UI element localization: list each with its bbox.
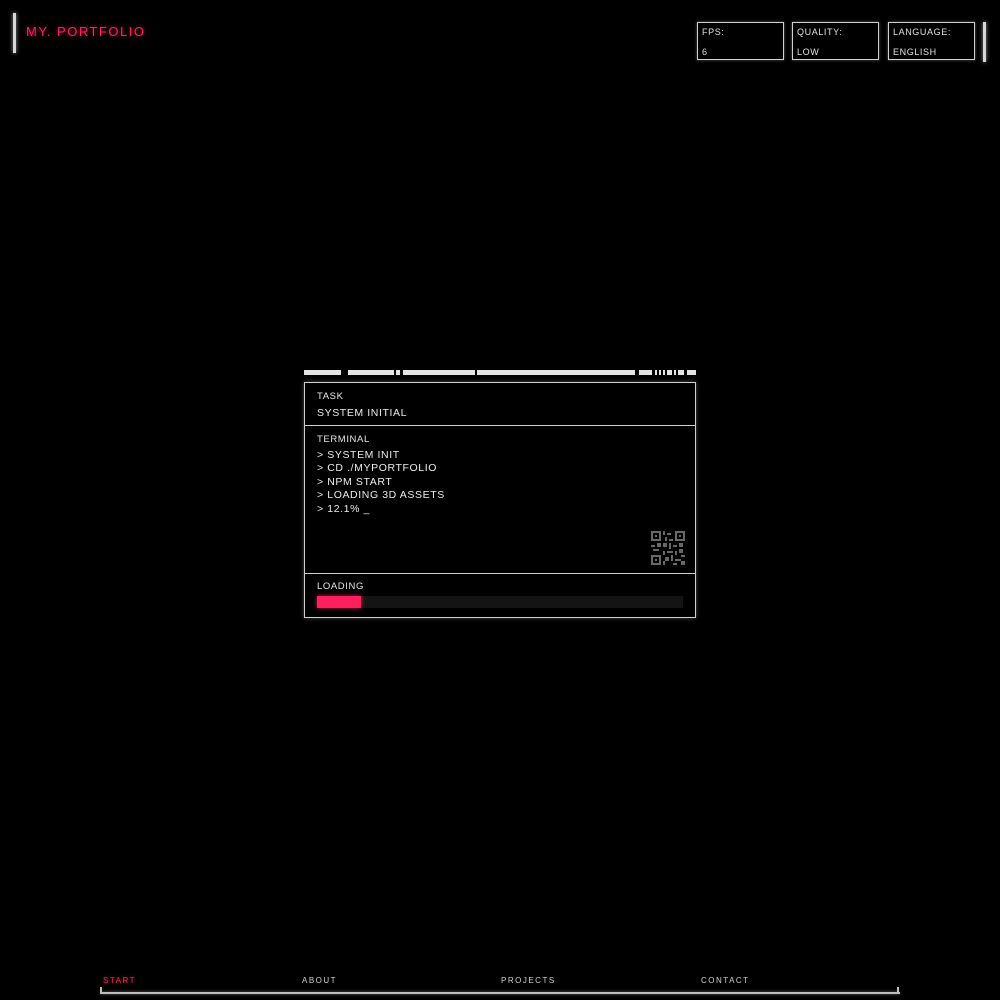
deco-segment (477, 370, 635, 375)
fps-value: 6 (702, 47, 708, 57)
terminal-section: TERMINAL > SYSTEM INIT > CD ./MYPORTFOLI… (305, 426, 695, 574)
deco-segment (674, 370, 676, 375)
boot-panel: TASK SYSTEM INITIAL TERMINAL > SYSTEM IN… (304, 382, 696, 618)
nav-start[interactable]: START (103, 976, 136, 985)
deco-segment (639, 370, 652, 375)
nav-rail (100, 992, 900, 994)
nav-about[interactable]: ABOUT (302, 976, 337, 985)
nav-contact[interactable]: CONTACT (701, 976, 750, 985)
deco-segment (304, 370, 341, 375)
deco-segment (667, 370, 672, 375)
loading-screen: MY. PORTFOLIO FPS: 6 QUALITY: LOW LANGUA… (0, 0, 1000, 1000)
language-setting[interactable]: LANGUAGE: ENGLISH (888, 22, 975, 60)
brand-accent-bar (13, 13, 16, 53)
language-value: ENGLISH (893, 47, 937, 57)
terminal-line: > SYSTEM INIT (317, 449, 400, 461)
deco-segment (655, 370, 657, 375)
terminal-line: > 12.1% _ (317, 502, 370, 515)
deco-segment (348, 370, 394, 375)
quality-setting[interactable]: QUALITY: LOW (792, 22, 879, 60)
task-heading: TASK (317, 391, 344, 402)
terminal-line: > CD ./MYPORTFOLIO (317, 462, 437, 475)
deco-segment (659, 370, 661, 375)
loading-section: LOADING (305, 574, 695, 617)
loading-progress-bar (317, 596, 683, 608)
loading-heading: LOADING (317, 581, 364, 592)
deco-segment (663, 370, 665, 375)
fps-setting[interactable]: FPS: 6 (697, 22, 784, 60)
deco-segment (396, 370, 400, 375)
panel-decoration-strip (304, 370, 696, 377)
task-section: TASK SYSTEM INITIAL (305, 383, 695, 426)
terminal-line: > NPM START (317, 475, 393, 488)
nav-projects[interactable]: PROJECTS (501, 976, 556, 985)
quality-value: LOW (797, 47, 820, 57)
terminal-line: > LOADING 3D ASSETS (317, 489, 445, 502)
language-label: LANGUAGE: (893, 27, 951, 37)
deco-segment (678, 370, 684, 375)
settings-accent-bar (983, 22, 986, 62)
brand-logo[interactable]: MY. PORTFOLIO (26, 24, 145, 39)
loading-progress-fill (317, 596, 362, 608)
task-value: SYSTEM INITIAL (317, 407, 408, 419)
fps-label: FPS: (702, 27, 725, 37)
quality-label: QUALITY: (797, 27, 843, 37)
deco-segment (403, 370, 475, 375)
qr-code-icon (651, 531, 685, 565)
terminal-heading: TERMINAL (317, 434, 370, 445)
terminal-output: > SYSTEM INIT > CD ./MYPORTFOLIO > NPM S… (317, 449, 445, 516)
deco-segment (687, 370, 696, 375)
